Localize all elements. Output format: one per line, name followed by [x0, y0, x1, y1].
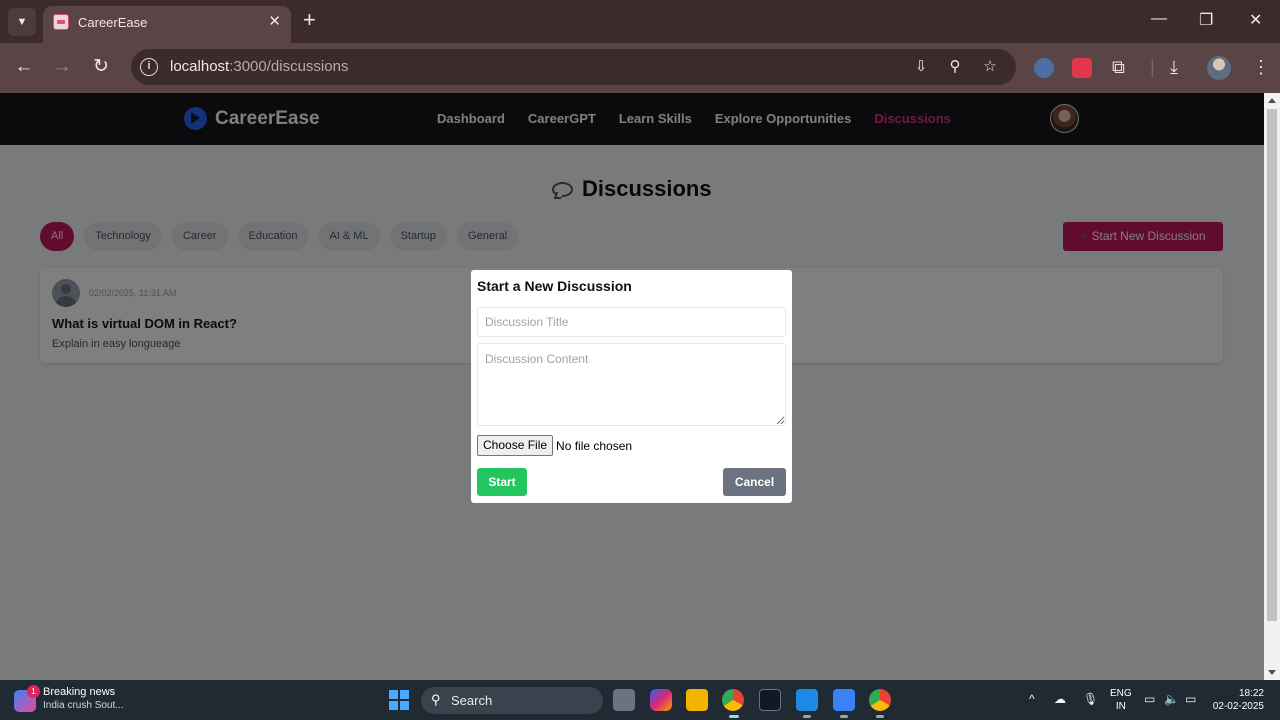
- news-widget[interactable]: 1 Breaking news India crush Sout...: [14, 685, 124, 712]
- clock-time: 18:22: [1238, 688, 1264, 699]
- modal-heading: Start a New Discussion: [477, 278, 632, 294]
- url-path: :3000/discussions: [229, 58, 349, 75]
- new-discussion-modal: Start a New Discussion Choose File No fi…: [471, 270, 792, 503]
- tab-search-button[interactable]: ▼: [8, 8, 36, 36]
- terminal-icon[interactable]: [759, 689, 781, 711]
- minimize-icon[interactable]: —: [1151, 10, 1167, 28]
- install-app-icon[interactable]: ⇩: [912, 58, 930, 76]
- start-menu-windows-icon[interactable]: [389, 690, 409, 710]
- discussion-title-input[interactable]: [477, 307, 786, 337]
- choose-file-button[interactable]: Choose File: [477, 435, 554, 456]
- windows-taskbar: 1 Breaking news India crush Sout... ⚲ Se…: [0, 680, 1280, 720]
- extension-1-icon[interactable]: [1034, 58, 1054, 78]
- battery-icon[interactable]: ▭: [1185, 692, 1196, 706]
- news-widget-icon: 1: [14, 685, 40, 712]
- vscode-icon[interactable]: [796, 689, 818, 711]
- network-icon[interactable]: ▭: [1144, 692, 1155, 706]
- search-icon: ⚲: [431, 692, 441, 707]
- system-clock[interactable]: 18:22 02-02-2025: [1206, 687, 1264, 713]
- lang-region: IN: [1115, 701, 1126, 712]
- extensions-puzzle-icon[interactable]: ⧉: [1112, 56, 1125, 78]
- scrollbar-thumb[interactable]: [1267, 109, 1277, 621]
- volume-icon[interactable]: 🔈: [1164, 692, 1179, 706]
- lang-code: ENG: [1110, 688, 1132, 699]
- task-view-icon[interactable]: [613, 689, 635, 711]
- tab-close-icon[interactable]: ✕: [268, 12, 281, 30]
- page-viewport: CareerEase Dashboard CareerGPT Learn Ski…: [0, 93, 1264, 680]
- zoom-icon[interactable]: ⚲: [946, 58, 964, 76]
- notepad-icon[interactable]: [833, 689, 855, 711]
- reload-icon[interactable]: ↻: [89, 55, 113, 79]
- page-scrollbar[interactable]: [1264, 93, 1280, 680]
- start-button[interactable]: Start: [477, 468, 527, 496]
- address-bar[interactable]: i localhost:3000/discussions ⇩ ⚲ ☆: [131, 49, 1016, 85]
- news-title: Breaking news: [43, 686, 116, 698]
- discussion-content-textarea[interactable]: [477, 343, 786, 426]
- copilot-icon[interactable]: [650, 689, 672, 711]
- toolbar-divider: |: [1150, 57, 1155, 77]
- scroll-up-icon[interactable]: [1268, 98, 1276, 103]
- chevron-down-icon: ▼: [16, 16, 28, 28]
- new-tab-button[interactable]: +: [303, 9, 316, 31]
- bookmark-star-icon[interactable]: ☆: [981, 58, 999, 76]
- tab-title: CareerEase: [78, 15, 148, 30]
- taskbar-search[interactable]: ⚲ Search: [421, 687, 603, 714]
- browser-profile-avatar[interactable]: [1207, 56, 1231, 80]
- scroll-down-icon[interactable]: [1268, 670, 1276, 675]
- onedrive-icon[interactable]: ☁: [1054, 692, 1066, 706]
- clock-date: 02-02-2025: [1212, 701, 1264, 712]
- tray-overflow-chevron-icon[interactable]: ^: [1029, 692, 1035, 706]
- chrome-icon[interactable]: [722, 689, 744, 711]
- notepad-running-indicator: [840, 715, 848, 718]
- url-host: localhost: [170, 58, 230, 75]
- file-picker: Choose File No file chosen: [477, 435, 632, 456]
- chrome-profile-running-indicator: [876, 715, 884, 718]
- downloads-icon[interactable]: ⤓: [1170, 56, 1178, 78]
- browser-tabstrip: ▼ CareerEase ✕ + — ❐ ✕: [0, 0, 1280, 43]
- cancel-button[interactable]: Cancel: [723, 468, 786, 496]
- news-badge: 1: [27, 685, 40, 698]
- browser-toolbar: ← → ↻ i localhost:3000/discussions ⇩ ⚲ ☆…: [0, 43, 1280, 93]
- extension-2-icon[interactable]: [1072, 58, 1092, 78]
- site-favicon-icon: [53, 14, 69, 30]
- chrome-active-indicator: [729, 715, 739, 718]
- input-language[interactable]: ENG IN: [1110, 687, 1132, 713]
- news-subtitle: India crush Sout...: [43, 700, 124, 711]
- taskbar-search-label: Search: [451, 693, 493, 708]
- browser-menu-icon[interactable]: ⋮: [1252, 56, 1270, 78]
- back-icon[interactable]: ←: [12, 55, 36, 79]
- window-close-icon[interactable]: ✕: [1249, 10, 1262, 30]
- site-info-icon[interactable]: i: [140, 58, 158, 76]
- file-status-label: No file chosen: [556, 438, 633, 453]
- forward-icon[interactable]: →: [50, 55, 74, 79]
- vscode-running-indicator: [803, 715, 811, 718]
- url-text[interactable]: localhost:3000/discussions: [170, 58, 348, 75]
- browser-tab[interactable]: CareerEase ✕: [43, 6, 291, 43]
- microphone-icon[interactable]: 🎙: [1083, 692, 1098, 706]
- chrome-profile-icon[interactable]: [869, 689, 891, 711]
- file-explorer-icon[interactable]: [686, 689, 708, 711]
- restore-icon[interactable]: ❐: [1199, 10, 1213, 30]
